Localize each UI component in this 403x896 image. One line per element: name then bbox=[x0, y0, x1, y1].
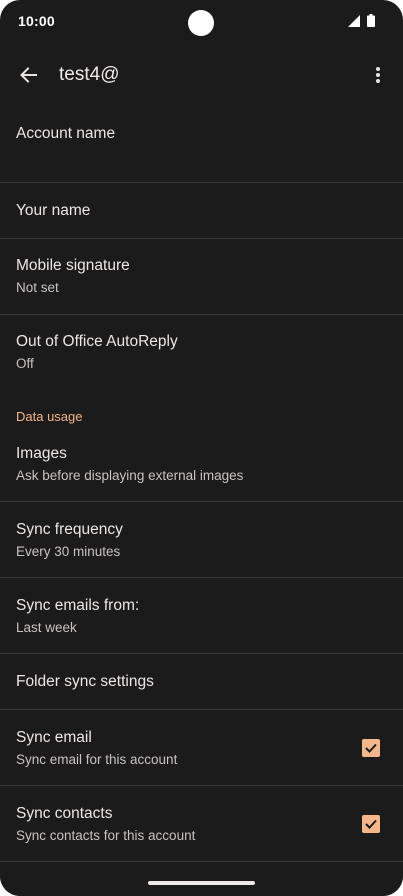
setting-title: Images bbox=[16, 445, 67, 462]
setting-value: Sync email for this account bbox=[16, 752, 178, 767]
setting-folder-sync[interactable]: Folder sync settings bbox=[0, 654, 403, 709]
setting-title: Sync email bbox=[16, 729, 92, 746]
more-vert-icon bbox=[376, 67, 380, 83]
setting-your-name[interactable]: Your name bbox=[0, 183, 403, 238]
setting-images[interactable]: Images Ask before displaying external im… bbox=[0, 428, 403, 501]
phone-screen: 10:00 test4@ Account name Your name Mobi… bbox=[0, 0, 403, 896]
camera-cutout bbox=[188, 10, 214, 36]
page-title: test4@ bbox=[59, 64, 120, 85]
setting-value: Every 30 minutes bbox=[16, 544, 121, 559]
check-icon bbox=[365, 743, 377, 753]
setting-sync-email[interactable]: Sync email Sync email for this account bbox=[0, 710, 403, 785]
battery-icon bbox=[367, 14, 375, 27]
cell-signal-icon bbox=[348, 15, 360, 27]
setting-sync-contacts[interactable]: Sync contacts Sync contacts for this acc… bbox=[0, 786, 403, 861]
arrow-back-icon bbox=[20, 67, 37, 83]
setting-account-name[interactable]: Account name bbox=[0, 106, 403, 182]
divider bbox=[0, 861, 403, 862]
setting-out-of-office[interactable]: Out of Office AutoReply Off bbox=[0, 315, 403, 390]
setting-sync-frequency[interactable]: Sync frequency Every 30 minutes bbox=[0, 502, 403, 577]
setting-title: Account name bbox=[16, 125, 116, 142]
sync-contacts-checkbox[interactable] bbox=[362, 815, 380, 833]
check-icon bbox=[365, 819, 377, 829]
app-bar: test4@ bbox=[0, 52, 403, 98]
setting-value: Not set bbox=[16, 280, 59, 295]
status-time: 10:00 bbox=[18, 13, 55, 29]
sync-email-checkbox[interactable] bbox=[362, 739, 380, 757]
setting-title: Sync emails from: bbox=[16, 597, 140, 614]
setting-title: Sync frequency bbox=[16, 521, 123, 538]
setting-value: Ask before displaying external images bbox=[16, 468, 244, 483]
setting-value: Sync contacts for this account bbox=[16, 828, 196, 843]
home-indicator[interactable] bbox=[148, 881, 255, 885]
setting-title: Your name bbox=[16, 202, 91, 219]
more-options-button[interactable] bbox=[362, 59, 394, 91]
back-button[interactable] bbox=[12, 59, 44, 91]
setting-sync-emails-from[interactable]: Sync emails from: Last week bbox=[0, 578, 403, 653]
setting-title: Folder sync settings bbox=[16, 673, 154, 690]
setting-title: Out of Office AutoReply bbox=[16, 333, 178, 350]
setting-value: Last week bbox=[16, 620, 77, 635]
setting-title: Mobile signature bbox=[16, 257, 130, 274]
status-bar: 10:00 bbox=[0, 0, 403, 44]
setting-value: Off bbox=[16, 356, 34, 371]
setting-title: Sync contacts bbox=[16, 805, 113, 822]
section-header-data-usage: Data usage bbox=[16, 409, 83, 424]
setting-mobile-signature[interactable]: Mobile signature Not set bbox=[0, 239, 403, 314]
